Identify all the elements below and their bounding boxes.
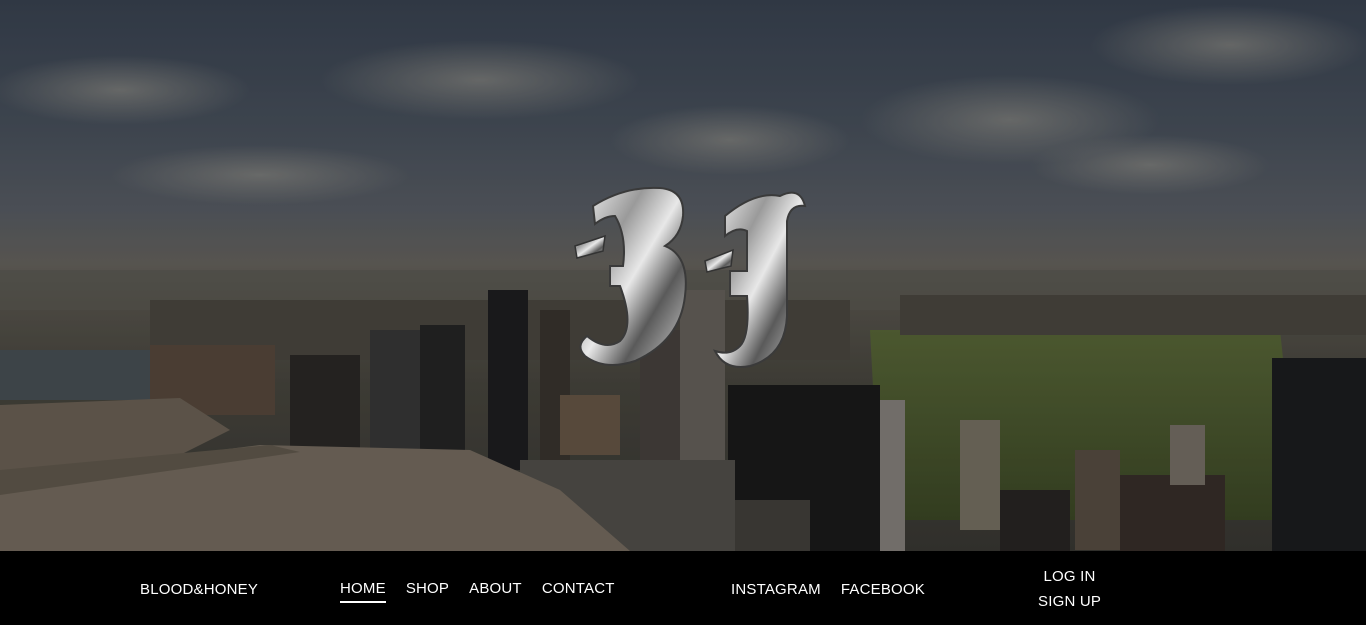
main-menu: HOME SHOP ABOUT CONTACT (340, 580, 615, 603)
instagram-link[interactable]: INSTAGRAM (731, 581, 821, 598)
bh-monogram-logo-icon[interactable] (565, 176, 825, 376)
menu-item-home[interactable]: HOME (340, 580, 386, 603)
facebook-link[interactable]: FACEBOOK (841, 581, 925, 598)
signup-link[interactable]: SIGN UP (1038, 593, 1101, 610)
menu-item-contact[interactable]: CONTACT (542, 580, 615, 603)
login-link[interactable]: LOG IN (1044, 568, 1096, 585)
menu-item-about[interactable]: ABOUT (469, 580, 522, 603)
social-links: INSTAGRAM FACEBOOK (731, 581, 925, 598)
hero-section (0, 0, 1366, 551)
brand-name[interactable]: BLOOD&HONEY (140, 581, 258, 598)
auth-links: LOG IN SIGN UP (1038, 568, 1101, 610)
nav-bar: BLOOD&HONEY HOME SHOP ABOUT CONTACT INST… (0, 551, 1366, 625)
menu-item-shop[interactable]: SHOP (406, 580, 449, 603)
